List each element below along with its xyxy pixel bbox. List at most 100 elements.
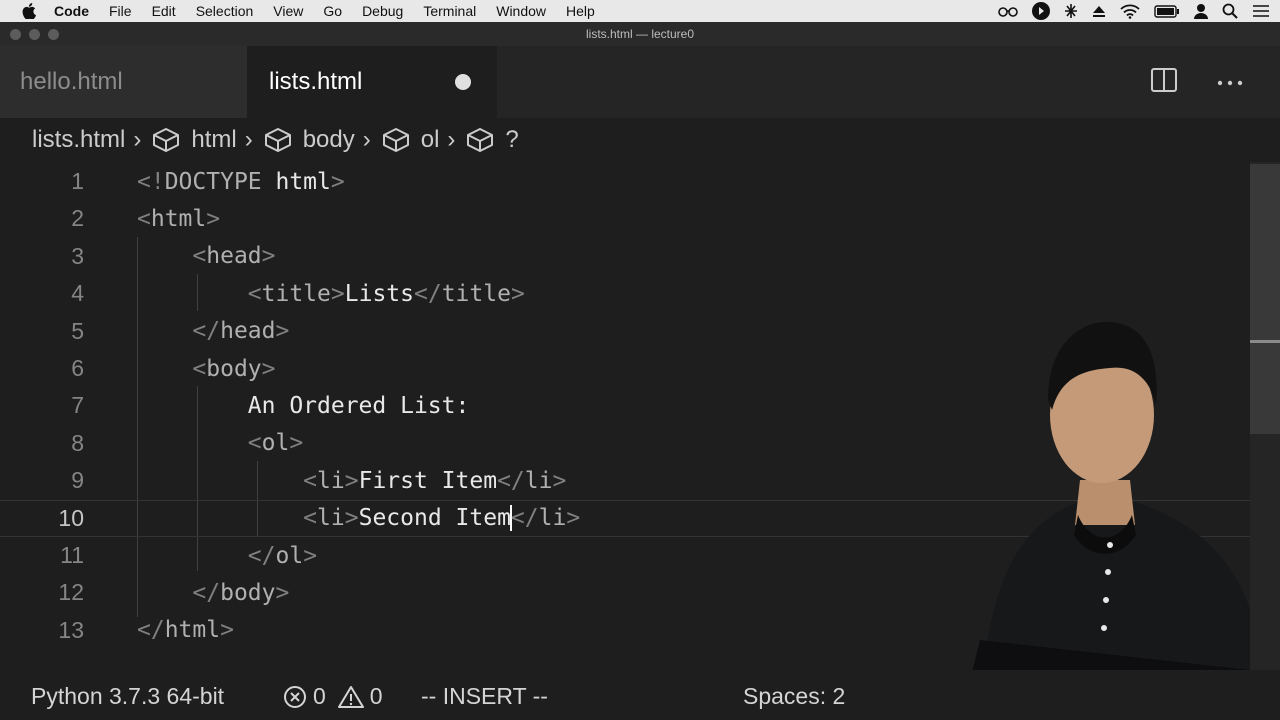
window-controls <box>10 29 59 40</box>
fan-icon[interactable] <box>1064 0 1078 22</box>
problems-status[interactable]: 0 0 <box>283 683 383 710</box>
editor-scrollbar[interactable] <box>1250 162 1280 670</box>
code-token: > <box>344 467 359 494</box>
code-text: <body> <box>137 355 276 382</box>
code-text: </head> <box>137 318 289 344</box>
apple-logo-icon[interactable] <box>20 0 38 22</box>
breadcrumb-item-html[interactable]: html <box>151 126 237 154</box>
notification-center-icon[interactable] <box>1252 0 1270 22</box>
unsaved-dot-icon[interactable] <box>455 74 471 90</box>
play-circle-icon[interactable] <box>1032 0 1050 22</box>
code-token: title <box>441 280 511 307</box>
line-number: 1 <box>71 168 84 194</box>
menu-selection[interactable]: Selection <box>196 3 254 19</box>
minimize-window-button[interactable] <box>29 29 40 40</box>
code-token: < <box>247 280 262 307</box>
menu-window[interactable]: Window <box>496 3 546 19</box>
code-token: html <box>275 168 331 195</box>
breadcrumb-label: body <box>302 126 355 153</box>
code-token: > <box>261 355 276 382</box>
wifi-icon[interactable] <box>1120 0 1140 22</box>
menu-app-name[interactable]: Code <box>54 3 89 19</box>
code-token: < <box>192 243 207 270</box>
breadcrumb-file[interactable]: lists.html <box>32 126 125 154</box>
code-token: An Ordered List: <box>137 392 470 419</box>
code-token: html <box>150 205 207 232</box>
scrollbar-thumb[interactable] <box>1250 164 1280 434</box>
menu-edit[interactable]: Edit <box>152 3 176 19</box>
tab-label: hello.html <box>20 68 123 95</box>
code-token: ol <box>275 542 304 569</box>
close-window-button[interactable] <box>10 29 21 40</box>
tab-hello-html[interactable]: hello.html <box>0 46 247 118</box>
symbol-cube-icon <box>153 128 180 152</box>
code-token: </ <box>192 318 221 345</box>
code-token: ol <box>261 430 290 457</box>
code-token: < <box>192 355 207 382</box>
error-circle-icon <box>284 685 306 708</box>
menu-view[interactable]: View <box>273 3 303 19</box>
indentation-status[interactable]: Spaces: 2 <box>743 683 845 710</box>
code-text: <title>Lists</title> <box>137 281 525 307</box>
breadcrumb-label: ol <box>420 126 440 153</box>
menu-terminal[interactable]: Terminal <box>423 3 476 19</box>
code-text: <li>Second Item</li> <box>137 505 580 532</box>
code-token: </ <box>497 467 525 494</box>
code-token: > <box>261 243 276 270</box>
code-token: body <box>220 579 276 606</box>
code-token: > <box>330 168 345 195</box>
battery-icon[interactable] <box>1154 0 1180 22</box>
breadcrumb: lists.html › html › body › ol › ? <box>0 118 1280 162</box>
code-token: </ <box>414 280 442 307</box>
code-line[interactable]: 4 <title>Lists</title> <box>0 275 1250 312</box>
code-token: body <box>206 355 262 382</box>
menu-help[interactable]: Help <box>566 3 595 19</box>
breadcrumb-item-unknown[interactable]: ? <box>465 126 519 154</box>
tab-lists-html[interactable]: lists.html <box>247 46 497 118</box>
more-actions-icon[interactable] <box>1216 74 1244 92</box>
chevron-right-icon: › <box>133 126 142 153</box>
code-text: </ol> <box>137 543 317 569</box>
window-title: lists.html — lecture0 <box>585 27 695 41</box>
symbol-cube-icon <box>264 128 291 152</box>
glasses-icon[interactable] <box>998 0 1018 22</box>
tab-actions <box>1150 66 1244 99</box>
line-number: 9 <box>71 467 84 494</box>
code-token: > <box>275 318 290 345</box>
zoom-window-button[interactable] <box>48 29 59 40</box>
scrollbar-cursor-marker <box>1250 340 1280 343</box>
code-text: <li>First Item</li> <box>137 468 566 494</box>
breadcrumb-item-body[interactable]: body <box>263 126 355 154</box>
code-token: Lists <box>344 280 414 307</box>
window-title-bar: lists.html — lecture0 <box>0 22 1280 46</box>
code-line[interactable]: 1 <!DOCTYPE html> <box>0 163 1250 200</box>
menu-file[interactable]: File <box>109 3 132 19</box>
chevron-right-icon: › <box>244 126 253 153</box>
code-token: </ <box>192 579 221 606</box>
code-line[interactable]: 2 <html> <box>0 200 1250 237</box>
breadcrumb-item-ol[interactable]: ol <box>381 126 440 154</box>
code-text: </html> <box>137 617 234 643</box>
code-token: </ <box>510 504 539 531</box>
code-token: > <box>566 504 581 531</box>
eject-icon[interactable] <box>1092 0 1106 22</box>
search-icon[interactable] <box>1222 0 1238 22</box>
python-interpreter-status[interactable]: Python 3.7.3 64-bit <box>31 683 224 710</box>
code-text: <ol> <box>137 430 303 456</box>
code-token: < <box>303 467 318 494</box>
user-icon[interactable] <box>1194 0 1208 22</box>
split-editor-icon[interactable] <box>1150 66 1178 99</box>
line-number: 8 <box>71 429 84 456</box>
code-token: > <box>552 467 567 494</box>
menu-go[interactable]: Go <box>323 3 342 19</box>
code-text: An Ordered List: <box>137 392 470 419</box>
menu-debug[interactable]: Debug <box>362 3 403 19</box>
code-line[interactable]: 3 <head> <box>0 238 1250 275</box>
line-number: 10 <box>58 504 84 531</box>
line-number: 2 <box>71 205 84 232</box>
